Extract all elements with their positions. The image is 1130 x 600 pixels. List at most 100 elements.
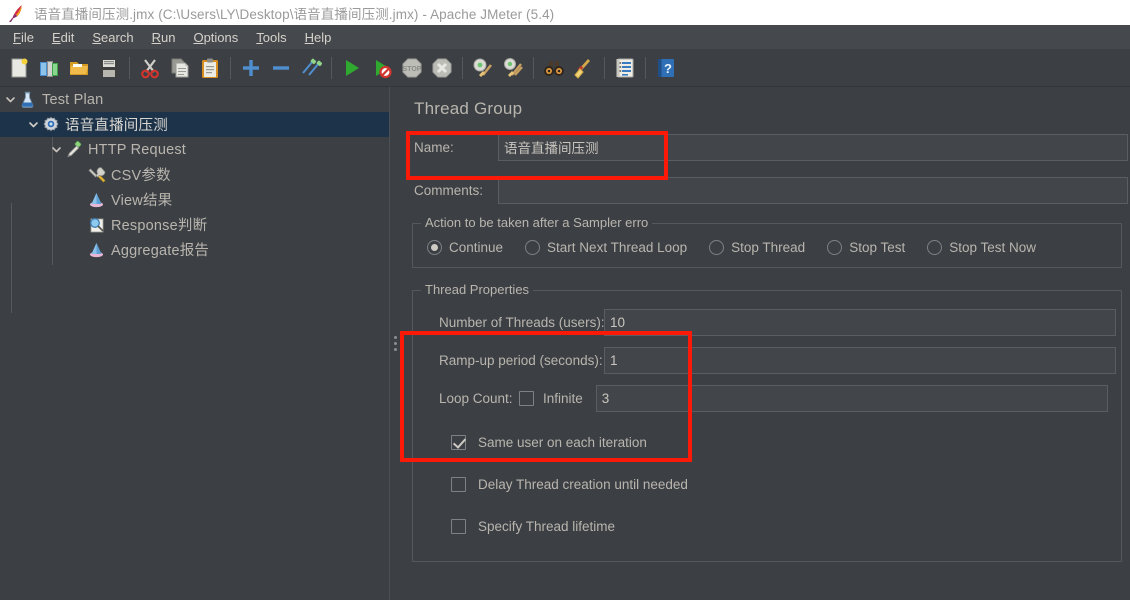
toolbar-separator	[331, 56, 332, 79]
ramp-up-period-label: Ramp-up period (seconds):	[439, 352, 603, 368]
start-no-timers-icon[interactable]	[367, 53, 397, 83]
radio-start-next-thread-loop[interactable]: Start Next Thread Loop	[525, 240, 687, 255]
toolbar-separator	[645, 56, 646, 79]
reset-search-broom-icon[interactable]	[569, 53, 599, 83]
menu-edit[interactable]: Edit	[43, 28, 83, 47]
menu-search-rest: earch	[101, 29, 134, 45]
menu-run[interactable]: Run	[143, 28, 185, 47]
cut-scissors-icon[interactable]	[135, 53, 165, 83]
menu-help-mnemonic: H	[304, 29, 315, 45]
collapse-minus-icon[interactable]	[266, 53, 296, 83]
number-of-threads-input[interactable]: 10	[604, 308, 1116, 336]
radio-stop-thread[interactable]: Stop Thread	[709, 240, 805, 255]
response-assertion-icon	[87, 215, 106, 234]
tree-node-test-plan[interactable]: Test Plan	[0, 87, 389, 112]
toolbar-separator	[230, 56, 231, 79]
radio-stop-thread-mark	[709, 240, 725, 255]
toolbar-separator	[129, 56, 130, 79]
checkbox-specify-thread-lifetime[interactable]: Specify Thread lifetime	[413, 505, 1121, 547]
title-bar: 语音直播间压测.jmx (C:\Users\LY\Desktop\语音直播间压测…	[0, 0, 1130, 25]
search-binoculars-icon[interactable]	[539, 53, 569, 83]
thread-group-editor: Thread Group Name: 语音直播间压测 Comments: Act…	[400, 87, 1130, 600]
jmeter-feather-icon	[9, 4, 22, 22]
radio-continue-mark	[427, 240, 442, 255]
clear-all-gear-broom-icon[interactable]	[498, 53, 528, 83]
csv-config-tools-icon	[87, 165, 106, 184]
tree-node-aggregate-report-label: Aggregate报告	[111, 243, 210, 259]
chevron-down-icon[interactable]	[2, 92, 18, 108]
toggle-switch-icon[interactable]	[296, 53, 326, 83]
chevron-down-icon[interactable]	[48, 142, 64, 158]
menu-options-mnemonic: O	[193, 29, 204, 45]
name-input[interactable]: 语音直播间压测	[498, 133, 1128, 161]
tree-node-csv-config[interactable]: CSV参数	[0, 162, 389, 187]
shutdown-icon[interactable]	[427, 53, 457, 83]
clear-gear-broom-icon[interactable]	[468, 53, 498, 83]
loop-count-label: Loop Count:	[439, 390, 513, 406]
radio-stop-test[interactable]: Stop Test	[827, 240, 905, 255]
checkbox-loop-infinite[interactable]	[519, 390, 534, 406]
menu-help-rest: elp	[314, 29, 332, 45]
checkbox-delay-thread-creation[interactable]: Delay Thread creation until needed	[413, 463, 1121, 505]
menu-file-rest: ile	[20, 29, 34, 45]
tree-node-http-request-label: HTTP Request	[88, 141, 187, 158]
comments-input[interactable]	[498, 176, 1128, 204]
radio-continue-label: Continue	[449, 240, 504, 255]
checkbox-delay-thread-creation-label: Delay Thread creation until needed	[478, 476, 688, 492]
radio-continue[interactable]: Continue	[427, 240, 503, 255]
menu-edit-rest: dit	[60, 29, 75, 45]
test-plan-tree[interactable]: Test Plan 语音直播间压测 HTTP Request CSV参数 Vie…	[0, 87, 389, 600]
menu-file[interactable]: File	[4, 28, 43, 47]
ramp-up-period-input[interactable]: 1	[604, 346, 1116, 374]
open-templates-icon[interactable]	[34, 53, 64, 83]
menu-search[interactable]: Search	[83, 28, 142, 47]
thread-properties-legend: Thread Properties	[421, 282, 534, 297]
http-request-pipette-icon	[64, 140, 83, 159]
svg-text:STOP: STOP	[403, 66, 422, 73]
checkbox-specify-thread-lifetime-label: Specify Thread lifetime	[478, 518, 616, 534]
tree-node-response-assertion[interactable]: Response判断	[0, 212, 389, 237]
menu-options[interactable]: Options	[184, 28, 247, 47]
checkbox-delay-thread-creation-box	[451, 476, 466, 492]
tree-node-http-request[interactable]: HTTP Request	[0, 137, 389, 162]
expand-plus-icon[interactable]	[236, 53, 266, 83]
radio-stop-test-now[interactable]: Stop Test Now	[927, 240, 1036, 255]
name-label: Name:	[414, 139, 454, 155]
comments-label: Comments:	[414, 182, 484, 198]
checkbox-same-user-each-iteration-box	[451, 434, 466, 450]
name-field-row: Name: 语音直播间压测	[400, 132, 1130, 162]
tree-node-test-plan-label: Test Plan	[42, 91, 104, 108]
tree-node-view-results[interactable]: View结果	[0, 187, 389, 212]
radio-stop-test-now-mark	[927, 240, 943, 255]
tree-node-thread-group[interactable]: 语音直播间压测	[0, 112, 389, 137]
copy-pages-icon[interactable]	[165, 53, 195, 83]
aggregate-report-icon	[87, 240, 106, 259]
stop-icon[interactable]: STOP	[397, 53, 427, 83]
number-of-threads-row: Number of Threads (users): 10	[413, 307, 1121, 337]
menu-tools[interactable]: Tools	[247, 28, 295, 47]
splitter-grip-icon	[393, 336, 397, 351]
paste-clipboard-icon[interactable]	[195, 53, 225, 83]
start-play-icon[interactable]	[337, 53, 367, 83]
function-helper-icon[interactable]	[610, 53, 640, 83]
toolbar-separator	[604, 56, 605, 79]
loop-count-input[interactable]: 3	[595, 384, 1108, 412]
radio-stop-test-now-label: Stop Test Now	[949, 240, 1037, 255]
comments-field-row: Comments:	[400, 175, 1130, 205]
open-folder-icon[interactable]	[64, 53, 94, 83]
menu-bar: File Edit Search Run Options Tools Help	[0, 25, 1130, 49]
tree-node-aggregate-report[interactable]: Aggregate报告	[0, 237, 389, 262]
chevron-down-icon[interactable]	[25, 117, 41, 133]
tree-node-response-assertion-label: Response判断	[111, 218, 208, 234]
radio-start-next-thread-loop-mark	[525, 240, 541, 255]
menu-help[interactable]: Help	[296, 28, 341, 47]
checkbox-same-user-each-iteration[interactable]: Same user on each iteration	[413, 421, 1121, 463]
save-floppy-icon[interactable]	[94, 53, 124, 83]
radio-stop-test-mark	[827, 240, 843, 255]
help-book-icon[interactable]: ?	[651, 53, 681, 83]
checkbox-specify-thread-lifetime-box	[451, 518, 466, 534]
new-document-icon[interactable]	[4, 53, 34, 83]
svg-text:?: ?	[664, 61, 672, 76]
toolbar-separator	[462, 56, 463, 79]
tree-node-csv-config-label: CSV参数	[111, 168, 171, 184]
